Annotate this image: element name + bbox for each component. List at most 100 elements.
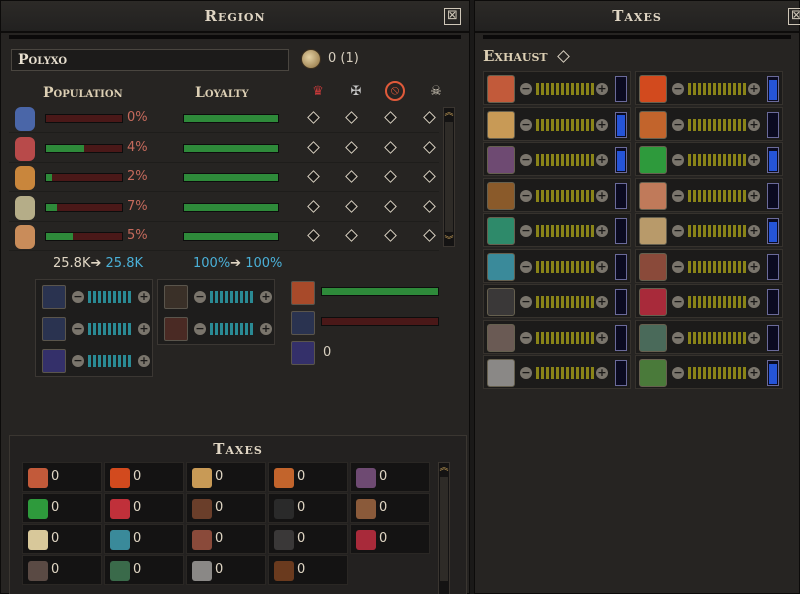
- tax-rate-bar[interactable]: [536, 225, 594, 237]
- close-taxes-button[interactable]: ⊠: [788, 8, 800, 25]
- increase-tax-button[interactable]: +: [748, 154, 760, 166]
- increase-tax-button[interactable]: +: [748, 83, 760, 95]
- slot-scales[interactable]: − +: [160, 282, 272, 312]
- skull-toggle[interactable]: [423, 111, 436, 124]
- increase-tax-button[interactable]: +: [596, 296, 608, 308]
- scroll-thumb[interactable]: [440, 477, 448, 581]
- tax-cell[interactable]: 0: [104, 462, 184, 492]
- decrease-tax-button[interactable]: −: [520, 154, 532, 166]
- region-name-field[interactable]: Polyxo: [11, 49, 289, 71]
- decrease-tax-button[interactable]: −: [520, 331, 532, 344]
- decrease-tax-button[interactable]: −: [672, 154, 684, 166]
- increase-tax-button[interactable]: +: [748, 331, 760, 344]
- population-scrollbar[interactable]: ︽ ︾: [443, 107, 455, 247]
- increase-button[interactable]: +: [138, 291, 150, 303]
- forbidden-toggle[interactable]: [384, 140, 397, 154]
- increase-tax-button[interactable]: +: [596, 367, 608, 379]
- increase-tax-button[interactable]: +: [596, 154, 608, 166]
- increase-tax-button[interactable]: +: [748, 367, 760, 379]
- tax-cell[interactable]: 0: [268, 493, 348, 523]
- decrease-tax-button[interactable]: −: [520, 189, 532, 202]
- faction-toggle[interactable]: [307, 199, 320, 213]
- slot-pillar[interactable]: − +: [38, 282, 150, 312]
- increase-button[interactable]: +: [260, 323, 272, 335]
- decrease-tax-button[interactable]: −: [672, 225, 684, 237]
- tax-rate-bar[interactable]: [688, 225, 746, 237]
- increase-tax-button[interactable]: +: [748, 296, 760, 308]
- faction-toggle[interactable]: [307, 111, 320, 124]
- tax-rate-bar[interactable]: [688, 367, 746, 379]
- decrease-tax-button[interactable]: −: [520, 83, 532, 95]
- tax-cell[interactable]: 0: [186, 555, 266, 585]
- forbidden-toggle[interactable]: [384, 111, 397, 124]
- taxes-scrollbar[interactable]: ︽: [438, 462, 450, 594]
- tax-cell[interactable]: 0: [22, 555, 102, 585]
- increase-tax-button[interactable]: +: [596, 225, 608, 237]
- increase-button[interactable]: +: [260, 291, 272, 303]
- tax-cell[interactable]: 0: [350, 524, 430, 554]
- rebel-toggle[interactable]: [345, 140, 358, 154]
- increase-tax-button[interactable]: +: [596, 189, 608, 202]
- tax-rate-bar[interactable]: [536, 118, 594, 131]
- tax-cell[interactable]: 0: [350, 462, 430, 492]
- tax-rate-bar[interactable]: [688, 154, 746, 166]
- slot-shield[interactable]: − +: [160, 314, 272, 344]
- decrease-tax-button[interactable]: −: [520, 118, 532, 131]
- slot-book[interactable]: − +: [38, 346, 150, 376]
- tax-rate-bar[interactable]: [536, 83, 594, 95]
- decrease-button[interactable]: −: [72, 291, 84, 303]
- rebel-toggle[interactable]: [345, 199, 358, 213]
- skull-toggle[interactable]: [423, 140, 436, 154]
- decrease-button[interactable]: −: [72, 355, 84, 367]
- rebel-toggle[interactable]: [345, 111, 358, 124]
- decrease-tax-button[interactable]: −: [672, 331, 684, 344]
- tax-cell[interactable]: 0: [268, 524, 348, 554]
- tax-rate-bar[interactable]: [536, 260, 594, 273]
- tax-cell[interactable]: 0: [104, 555, 184, 585]
- increase-tax-button[interactable]: +: [596, 331, 608, 344]
- tax-cell[interactable]: 0: [268, 462, 348, 492]
- increase-button[interactable]: +: [138, 323, 150, 335]
- skull-toggle[interactable]: [423, 229, 436, 242]
- exhaust-toggle[interactable]: [556, 50, 570, 63]
- tax-rate-bar[interactable]: [536, 154, 594, 166]
- decrease-tax-button[interactable]: −: [672, 260, 684, 273]
- increase-tax-button[interactable]: +: [748, 118, 760, 131]
- increase-button[interactable]: +: [138, 355, 150, 367]
- scroll-thumb[interactable]: [445, 122, 453, 232]
- decrease-tax-button[interactable]: −: [672, 296, 684, 308]
- rebel-toggle[interactable]: [345, 229, 358, 242]
- tax-rate-bar[interactable]: [536, 331, 594, 344]
- faction-toggle[interactable]: [307, 229, 320, 242]
- increase-tax-button[interactable]: +: [748, 189, 760, 202]
- decrease-tax-button[interactable]: −: [520, 260, 532, 273]
- decrease-tax-button[interactable]: −: [672, 367, 684, 379]
- scroll-up-icon[interactable]: ︽: [439, 463, 449, 473]
- decrease-tax-button[interactable]: −: [672, 189, 684, 202]
- forbidden-toggle[interactable]: [384, 170, 397, 183]
- faction-toggle[interactable]: [307, 140, 320, 154]
- tax-cell[interactable]: 0: [268, 555, 348, 585]
- tax-cell[interactable]: 0: [186, 493, 266, 523]
- tax-rate-bar[interactable]: [688, 260, 746, 273]
- tax-cell[interactable]: 0: [22, 493, 102, 523]
- tax-rate-bar[interactable]: [536, 189, 594, 202]
- scroll-down-icon[interactable]: ︾: [444, 236, 454, 246]
- tax-cell[interactable]: 0: [350, 493, 430, 523]
- decrease-tax-button[interactable]: −: [520, 225, 532, 237]
- faction-toggle[interactable]: [307, 170, 320, 183]
- skull-toggle[interactable]: [423, 199, 436, 213]
- tax-cell[interactable]: 0: [104, 493, 184, 523]
- tax-rate-bar[interactable]: [688, 296, 746, 308]
- increase-tax-button[interactable]: +: [748, 225, 760, 237]
- governor-icon[interactable]: [301, 49, 321, 69]
- decrease-tax-button[interactable]: −: [520, 367, 532, 379]
- tax-rate-bar[interactable]: [688, 189, 746, 202]
- scroll-up-icon[interactable]: ︽: [444, 108, 454, 118]
- skull-toggle[interactable]: [423, 170, 436, 183]
- tax-cell[interactable]: 0: [22, 462, 102, 492]
- tax-cell[interactable]: 0: [104, 524, 184, 554]
- decrease-tax-button[interactable]: −: [672, 118, 684, 131]
- decrease-button[interactable]: −: [194, 323, 206, 335]
- increase-tax-button[interactable]: +: [748, 260, 760, 273]
